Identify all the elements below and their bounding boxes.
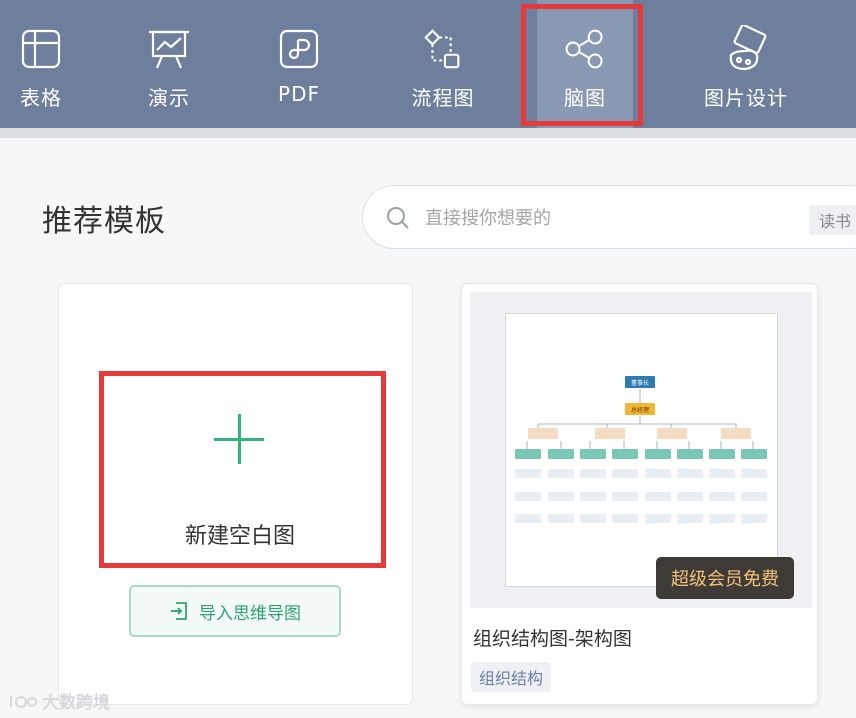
table-icon (18, 24, 64, 74)
topbar-divider (0, 128, 856, 138)
tab-table[interactable]: 表格 (8, 0, 74, 128)
section-title: 推荐模板 (42, 204, 166, 239)
pdf-icon (276, 24, 322, 74)
import-label: 导入思维导图 (199, 603, 301, 624)
tab-label: 演示 (148, 86, 190, 110)
svg-text:总经理: 总经理 (631, 406, 649, 414)
flowchart-icon (420, 24, 466, 74)
org-chart-thumbnail: 董事长 总经理 (515, 376, 767, 523)
presentation-icon (146, 24, 192, 74)
tab-pdf[interactable]: PDF (266, 0, 332, 128)
tab-presentation[interactable]: 演示 (136, 0, 202, 128)
import-mindmap-button[interactable]: 导入思维导图 (129, 585, 341, 637)
import-icon (169, 601, 189, 621)
image-design-icon (723, 24, 769, 74)
template-category-tag[interactable]: 组织结构 (471, 662, 552, 692)
tab-label: PDF (278, 82, 320, 106)
hot-search-tag[interactable]: 读书 (809, 205, 856, 235)
search-input[interactable] (423, 200, 727, 236)
watermark-logo-icon (8, 692, 38, 710)
tab-label: 流程图 (411, 86, 475, 110)
svg-text:董事长: 董事长 (631, 379, 649, 387)
tab-image-design[interactable]: 图片设计 (700, 0, 792, 128)
highlight-box-new-blank (99, 371, 386, 568)
highlight-box-mindmap-tab (521, 4, 643, 126)
top-nav-bar: 表格 演示 PDF 流程图 脑图 图片设计 (0, 0, 856, 128)
tab-flowchart[interactable]: 流程图 (404, 0, 482, 128)
premium-badge: 超级会员免费 (656, 557, 794, 599)
template-title[interactable]: 组织结构图-架构图 (473, 624, 632, 651)
watermark: 大数跨境 (8, 688, 110, 713)
tab-label: 表格 (20, 86, 62, 110)
tab-label: 图片设计 (704, 86, 788, 110)
search-icon (385, 205, 411, 235)
template-search-bar[interactable]: 读书 (362, 185, 856, 249)
